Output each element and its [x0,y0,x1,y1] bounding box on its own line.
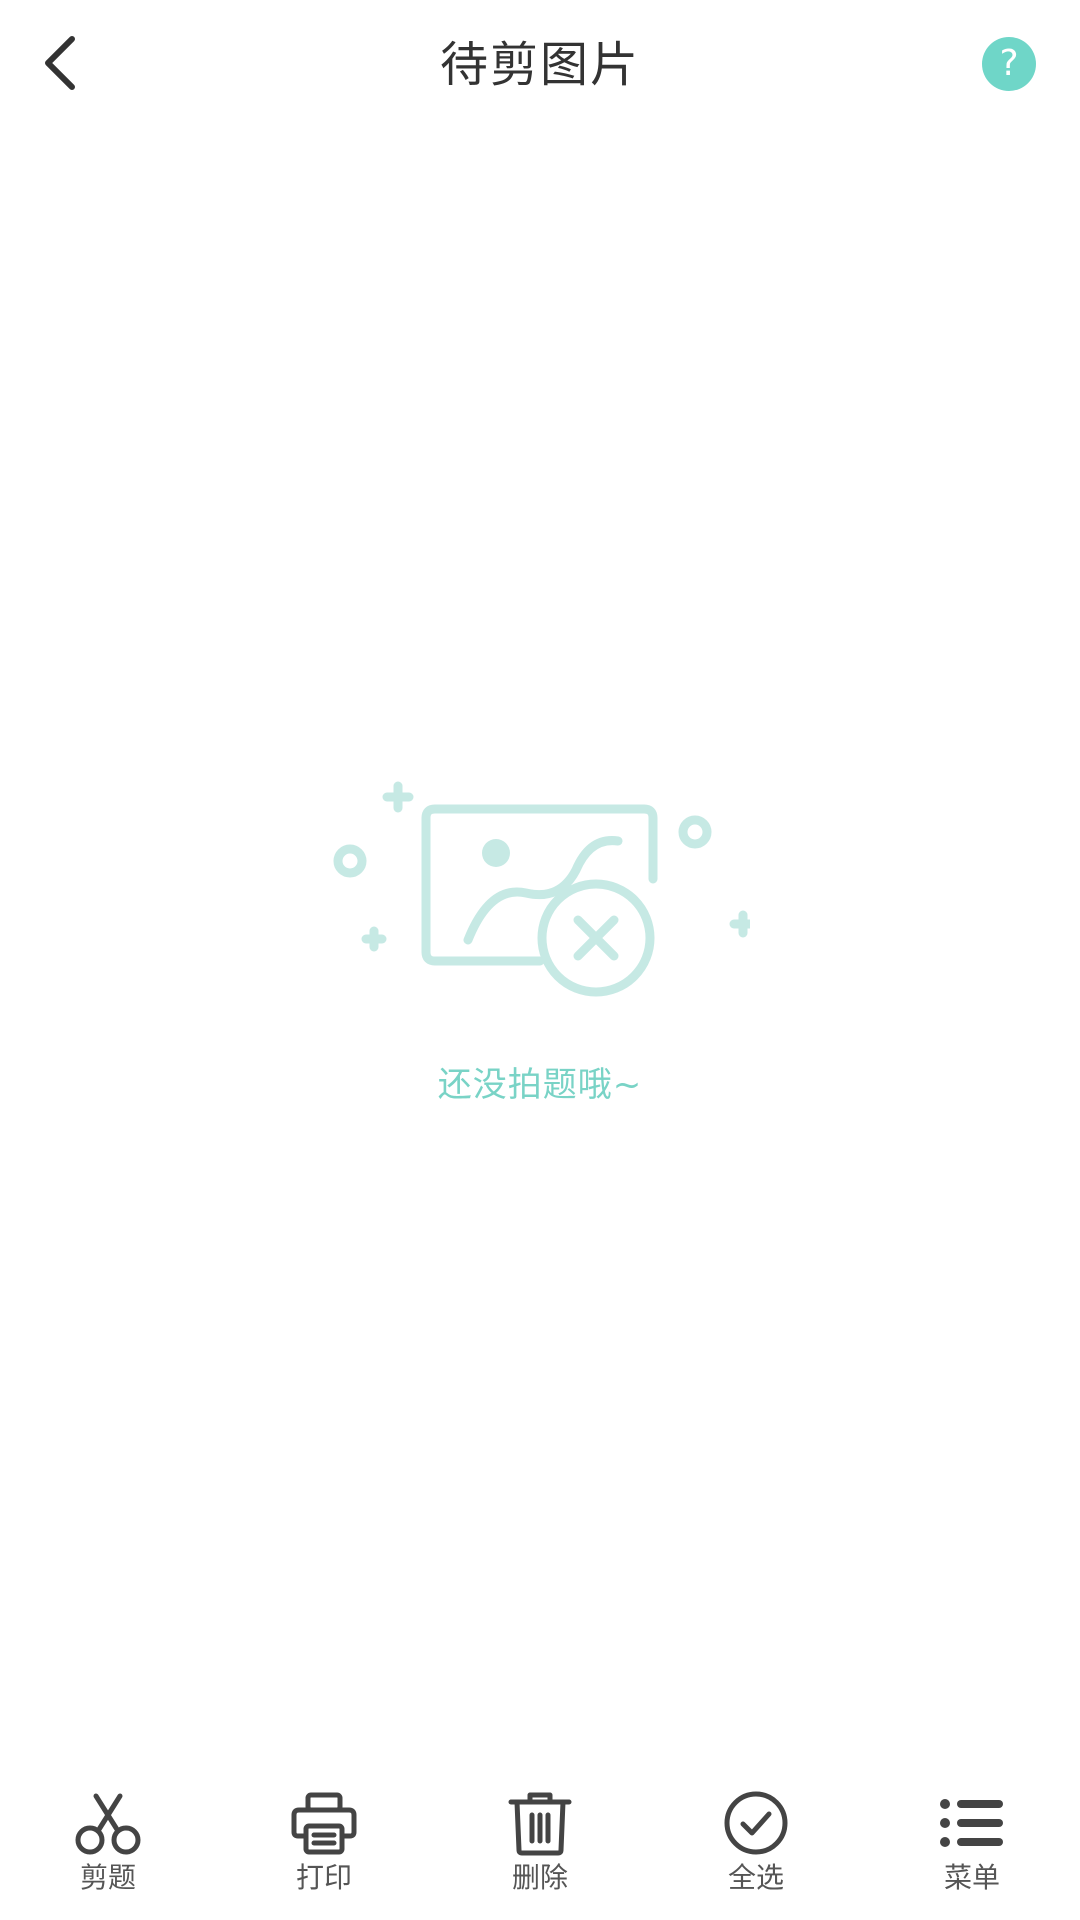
check-circle-icon [724,1791,788,1855]
tool-label-print: 打印 [295,1861,352,1894]
tool-label-menu: 菜单 [943,1861,1000,1894]
tool-label-cut: 剪题 [79,1861,136,1894]
menu-list-icon [940,1799,1003,1847]
scissors-icon [75,1793,141,1855]
no-image-icon [333,781,750,997]
menu-button[interactable]: 菜单 [887,1790,1057,1920]
header-bar: 待剪图片 ? [0,0,1080,128]
tool-label-delete: 删除 [511,1861,568,1894]
delete-button[interactable]: 删除 [455,1790,625,1920]
screen: 待剪图片 ? 还没拍题哦~ 剪题 打印 删除 全选 菜单 [0,0,1080,1920]
bottom-toolbar: 剪题 打印 删除 全选 菜单 [0,1790,1080,1920]
tool-label-select-all: 全选 [727,1861,784,1894]
printer-icon [291,1792,357,1855]
select-all-button[interactable]: 全选 [671,1790,841,1920]
cut-question-button[interactable]: 剪题 [23,1790,193,1920]
page-title: 待剪图片 [439,37,640,93]
help-button[interactable]: ? [982,37,1036,91]
print-button[interactable]: 打印 [239,1790,409,1920]
empty-message: 还没拍题哦~ [437,1065,643,1105]
question-icon: ? [999,43,1019,84]
trash-icon [508,1792,572,1856]
